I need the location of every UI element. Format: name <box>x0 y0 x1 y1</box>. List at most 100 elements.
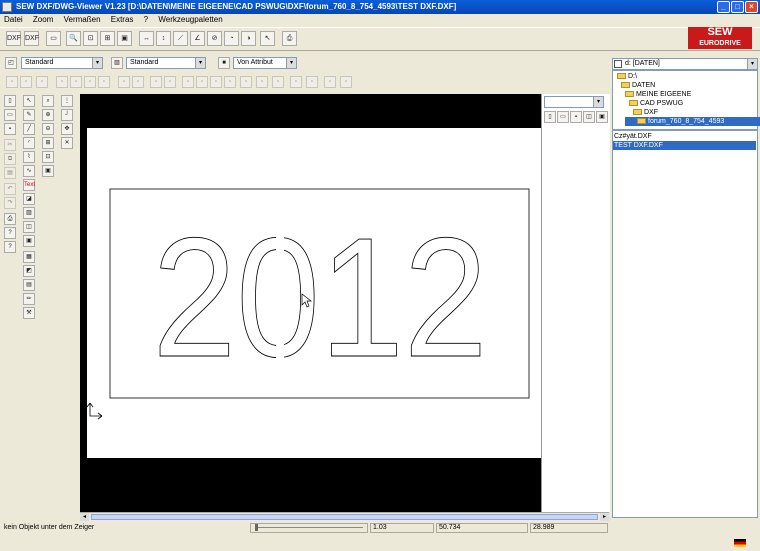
layer-combo[interactable]: Standard ▾ <box>21 57 103 69</box>
edit-icon-13[interactable]: ▫ <box>196 76 208 88</box>
scroll-left-icon[interactable]: ◂ <box>80 513 89 521</box>
hammer-icon[interactable]: ⚒ <box>23 307 35 319</box>
redo-icon[interactable]: ↷ <box>4 197 16 209</box>
drive-combo[interactable]: d: [DATEN] ▾ <box>612 58 758 70</box>
open-dxf-button[interactable]: DXF <box>6 31 21 46</box>
dimension-aligned-icon[interactable]: ⟋ <box>173 31 188 46</box>
menu-vermassen[interactable]: Vermaßen <box>64 15 101 24</box>
copy-icon[interactable]: ⧉ <box>4 153 16 165</box>
linetype-combo[interactable]: Standard ▾ <box>126 57 206 69</box>
pencil-icon[interactable]: ✏ <box>23 293 35 305</box>
file-item-selected[interactable]: TEST DXF.DXF <box>613 141 756 150</box>
pan-icon[interactable]: ▣ <box>42 165 54 177</box>
dimension-horizontal-icon[interactable]: ↔ <box>139 31 154 46</box>
dimension-arc-icon[interactable]: ◔ <box>224 31 239 46</box>
edit-icon-20[interactable]: ▫ <box>306 76 318 88</box>
image-icon[interactable]: ▣ <box>23 235 35 247</box>
drawing-svg[interactable]: 2012 <box>80 94 541 512</box>
layer-icon[interactable]: ◰ <box>5 57 17 69</box>
zoom-slider-handle[interactable] <box>255 524 258 531</box>
dimension-radius-icon[interactable]: ⊘ <box>207 31 222 46</box>
edit-icon-22[interactable]: ▫ <box>340 76 352 88</box>
menu-zoom[interactable]: Zoom <box>33 15 53 24</box>
edit-icon-11[interactable]: ▫ <box>164 76 176 88</box>
color-combo[interactable]: Von Attribut ▾ <box>233 57 297 69</box>
edit-icon-21[interactable]: ▫ <box>324 76 336 88</box>
dimension-vertical-icon[interactable]: ↕ <box>156 31 171 46</box>
draw-polyline-icon[interactable]: ⌇ <box>23 151 35 163</box>
zoom-icon[interactable]: 🔍 <box>66 31 81 46</box>
edit-icon-19[interactable]: ▫ <box>290 76 302 88</box>
save-icon[interactable]: ▪ <box>4 123 16 135</box>
ortho-icon[interactable]: ┘ <box>61 109 73 121</box>
edit-icon-1[interactable]: ▫ <box>6 76 18 88</box>
zoom-window-icon[interactable]: ⊡ <box>83 31 98 46</box>
tree-item-dxf[interactable]: DXF <box>633 108 658 117</box>
file-item[interactable]: Cz#yät.DXF <box>614 132 652 141</box>
menu-extras[interactable]: Extras <box>111 15 134 24</box>
tree-item-root[interactable]: D:\ <box>617 72 637 81</box>
open-folder-icon[interactable]: ▭ <box>4 109 16 121</box>
pointer-icon[interactable]: ↖ <box>260 31 275 46</box>
panel-open-icon[interactable]: ▭ <box>557 111 569 123</box>
linetype-icon[interactable]: ▨ <box>111 57 123 69</box>
edit-icon-14[interactable]: ▫ <box>210 76 222 88</box>
info-icon[interactable]: ? <box>4 227 16 239</box>
cut-icon[interactable]: ✂ <box>4 139 16 151</box>
open-dwf-button[interactable]: DXF <box>24 31 39 46</box>
tree-item-cad-pswug[interactable]: CAD PSWUG <box>629 99 683 108</box>
edit-icon-7[interactable]: ▫ <box>98 76 110 88</box>
draw-line-icon[interactable]: ╱ <box>23 123 35 135</box>
edit-object-icon[interactable]: ◩ <box>23 265 35 277</box>
color-icon[interactable]: ■ <box>218 57 230 69</box>
grid-icon[interactable]: ⋮ <box>61 95 73 107</box>
panel-combo[interactable]: ▾ <box>544 96 604 108</box>
panel-delete-icon[interactable]: ▣ <box>596 111 608 123</box>
fill-icon[interactable]: ◪ <box>23 193 35 205</box>
zoom-out-icon[interactable]: ⊖ <box>42 123 54 135</box>
edit-icon-2[interactable]: ▫ <box>20 76 32 88</box>
panel-edit-icon[interactable]: ◫ <box>583 111 595 123</box>
select-pointer-icon[interactable]: ↖ <box>23 95 35 107</box>
context-help-icon[interactable]: ? <box>4 241 16 253</box>
panel-new-icon[interactable]: ▯ <box>544 111 556 123</box>
menu-datei[interactable]: Datei <box>4 15 23 24</box>
close-button[interactable]: × <box>745 1 758 13</box>
text-tool-button[interactable]: Text <box>23 179 35 191</box>
edit-icon-17[interactable]: ▫ <box>256 76 268 88</box>
move-icon[interactable]: ✥ <box>61 123 73 135</box>
edit-icon-6[interactable]: ▫ <box>84 76 96 88</box>
menu-help[interactable]: ? <box>144 15 148 24</box>
edit-icon-4[interactable]: ▫ <box>56 76 68 88</box>
edit-icon-16[interactable]: ▫ <box>240 76 252 88</box>
printer-icon[interactable]: ⎙ <box>4 213 16 225</box>
edit-icon-10[interactable]: ▫ <box>150 76 162 88</box>
dimension-diameter-icon[interactable]: ◑ <box>241 31 256 46</box>
scroll-thumb[interactable] <box>91 514 598 520</box>
zoom-magnifier-icon[interactable]: ⌕ <box>42 95 54 107</box>
edit-icon-3[interactable]: ▫ <box>36 76 48 88</box>
zoom-all-icon[interactable]: ⊞ <box>42 137 54 149</box>
print-icon[interactable]: ⎙ <box>282 31 297 46</box>
zoom-previous-icon[interactable]: ▣ <box>117 31 132 46</box>
edit-icon-5[interactable]: ▫ <box>70 76 82 88</box>
edit-icon-15[interactable]: ▫ <box>224 76 236 88</box>
zoom-box-icon[interactable]: ⊡ <box>42 151 54 163</box>
panel-save-icon[interactable]: ▪ <box>570 111 582 123</box>
tree-item-forum[interactable]: forum_760_8_754_4593 <box>625 117 760 126</box>
new-file-icon[interactable]: ▯ <box>4 95 16 107</box>
zoom-in-icon[interactable]: ⊕ <box>42 109 54 121</box>
tree-item-daten[interactable]: DATEN <box>621 81 655 90</box>
minimize-button[interactable]: _ <box>717 1 730 13</box>
menu-werkzeugpaletten[interactable]: Werkzeugpaletten <box>158 15 222 24</box>
dimension-angle-icon[interactable]: ∠ <box>190 31 205 46</box>
tree-item-meine-eigeene[interactable]: MEINE EIGEENE <box>625 90 691 99</box>
table-icon[interactable]: ▤ <box>23 279 35 291</box>
paste-icon[interactable]: ▤ <box>4 167 16 179</box>
draw-spline-icon[interactable]: ∿ <box>23 165 35 177</box>
zoom-extents-icon[interactable]: ⊞ <box>100 31 115 46</box>
document-icon[interactable]: ▭ <box>46 31 61 46</box>
delete-icon[interactable]: ✕ <box>61 137 73 149</box>
draw-arc-icon[interactable]: ◜ <box>23 137 35 149</box>
undo-icon[interactable]: ↶ <box>4 183 16 195</box>
